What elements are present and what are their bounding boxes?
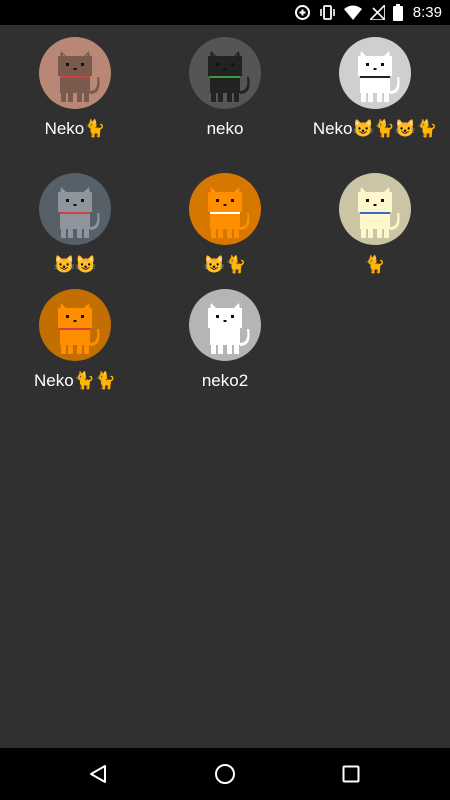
wifi-icon — [343, 5, 362, 20]
cat-name: 😺😺 — [53, 255, 97, 274]
vibrate-icon — [319, 4, 336, 21]
cat-item[interactable]: 🐈 — [300, 173, 450, 274]
recents-button[interactable] — [321, 748, 381, 800]
cat-avatar[interactable] — [39, 173, 111, 245]
cat-item[interactable]: Neko🐈 — [0, 37, 150, 138]
home-button[interactable] — [195, 748, 255, 800]
cat-item[interactable]: neko — [150, 37, 300, 138]
cat-avatar[interactable] — [339, 37, 411, 109]
home-icon — [215, 764, 235, 784]
cat-avatar[interactable] — [39, 289, 111, 361]
cat-item[interactable]: Neko🐈🐈 — [0, 289, 150, 390]
cat-name: Neko😺🐈😺🐈 — [312, 119, 438, 138]
cat-name: Neko🐈🐈 — [33, 371, 117, 390]
no-signal-icon — [369, 5, 385, 20]
battery-icon — [392, 4, 403, 21]
cat-grid: Neko🐈 neko Neko😺🐈😺🐈 😺😺 😺🐈 🐈 Neko🐈🐈 neko2 — [0, 25, 450, 748]
status-icons: 8:39 — [294, 0, 442, 25]
cat-item[interactable]: 😺😺 — [0, 173, 150, 274]
cat-item[interactable]: 😺🐈 — [150, 173, 300, 274]
recents-icon — [342, 765, 360, 783]
cat-name: neko — [206, 119, 244, 138]
cat-item[interactable]: neko2 — [150, 289, 300, 390]
cat-name: 😺🐈 — [203, 255, 247, 274]
data-saver-icon — [294, 4, 311, 21]
cat-avatar[interactable] — [189, 173, 261, 245]
status-bar: 8:39 — [0, 0, 450, 25]
status-clock: 8:39 — [412, 4, 442, 21]
back-button[interactable] — [68, 748, 128, 800]
cat-name: Neko🐈 — [44, 119, 106, 138]
cat-name: neko2 — [201, 371, 249, 390]
cat-avatar[interactable] — [189, 37, 261, 109]
cat-name: 🐈 — [364, 255, 386, 274]
cat-avatar[interactable] — [189, 289, 261, 361]
cat-avatar[interactable] — [339, 173, 411, 245]
cat-avatar[interactable] — [39, 37, 111, 109]
back-icon — [90, 765, 106, 783]
cat-item[interactable]: Neko😺🐈😺🐈 — [300, 37, 450, 138]
navigation-bar — [0, 748, 450, 800]
